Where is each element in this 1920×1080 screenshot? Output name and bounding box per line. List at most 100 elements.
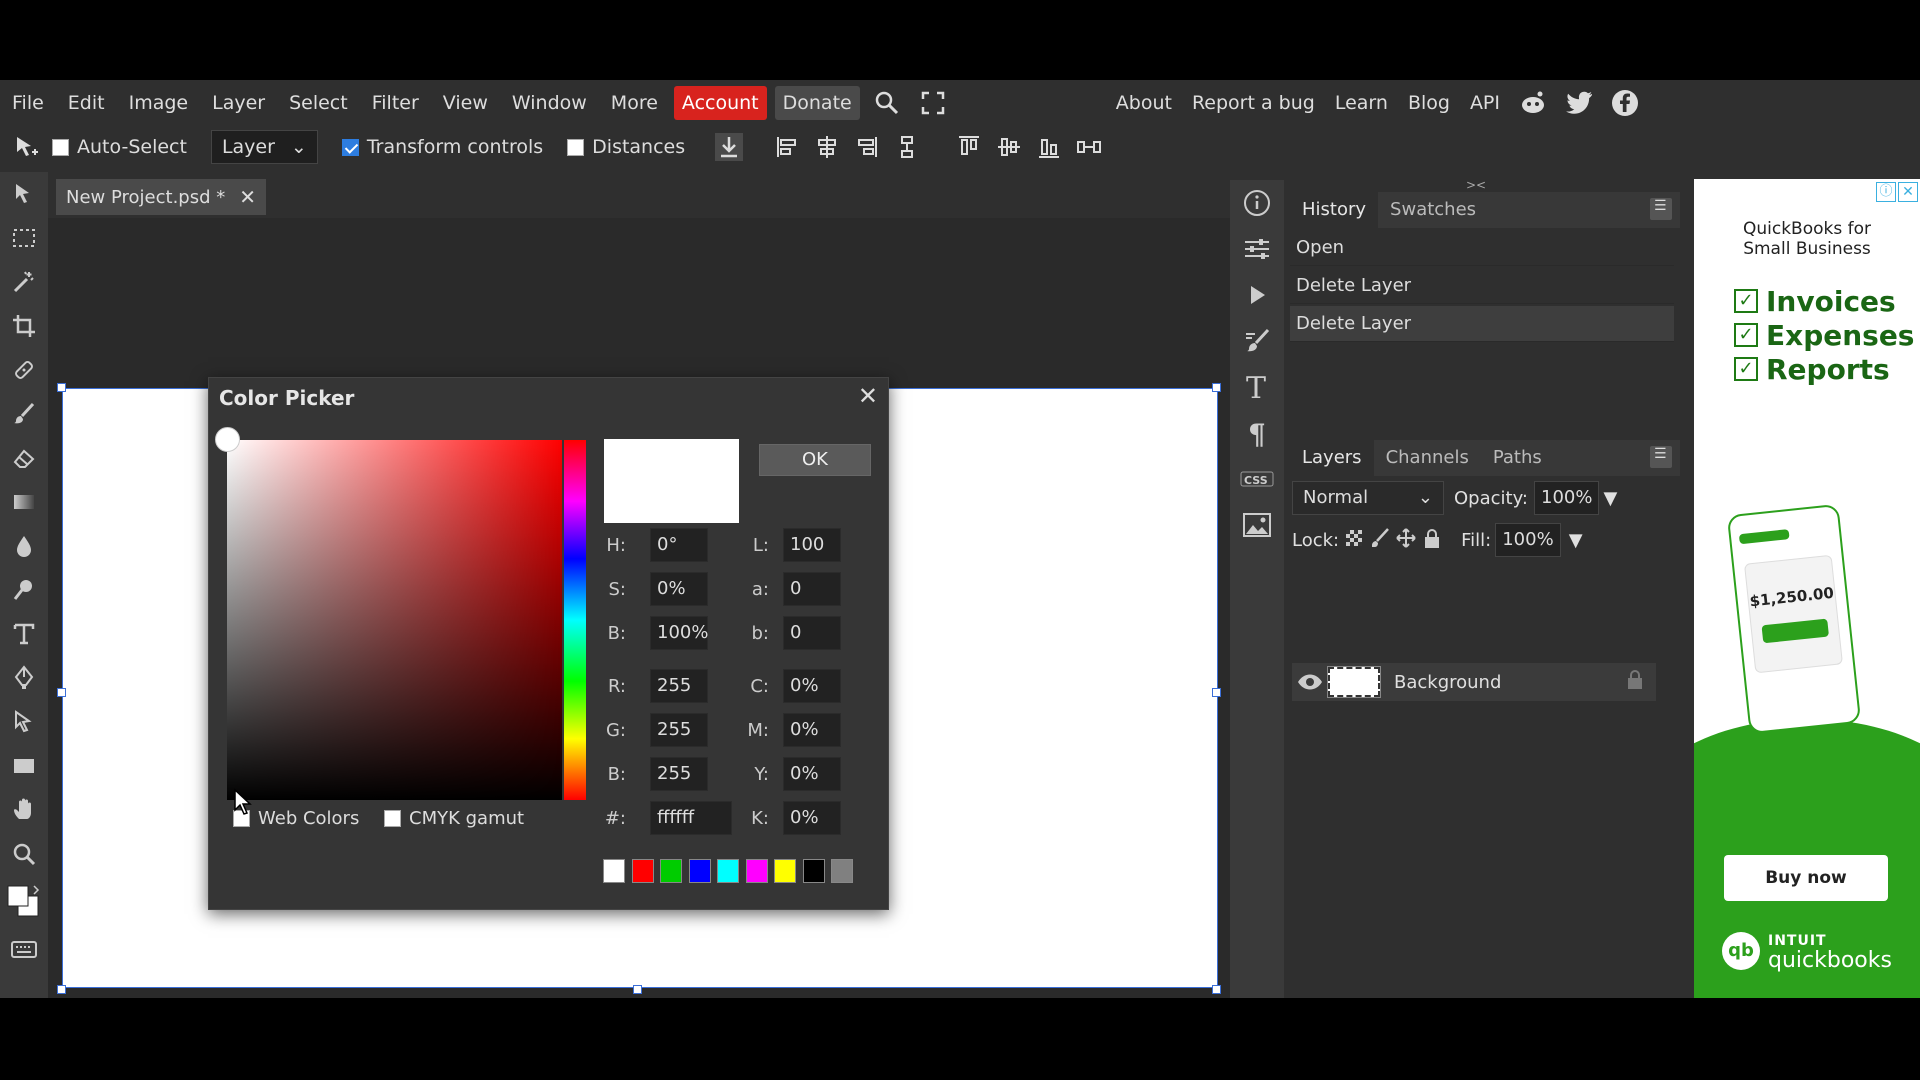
menu-select[interactable]: Select: [277, 86, 360, 120]
menu-edit[interactable]: Edit: [56, 86, 117, 120]
download-icon[interactable]: [715, 133, 744, 161]
layer-select[interactable]: Layer ⌄: [210, 130, 318, 164]
lock-position-icon[interactable]: [1395, 527, 1417, 554]
ad-close-icon[interactable]: ✕: [1898, 182, 1918, 202]
hue-field[interactable]: 0°: [650, 528, 708, 562]
close-icon[interactable]: ✕: [858, 382, 878, 410]
yellow-field[interactable]: 0%: [783, 757, 841, 791]
transform-handle[interactable]: [57, 383, 66, 392]
cmyk-gamut-option[interactable]: CMYK gamut: [384, 808, 524, 829]
paragraph-icon[interactable]: ¶: [1230, 410, 1284, 456]
advertisement-panel[interactable]: ⓘ ✕ QuickBooks for Small Business ✓ Invo…: [1694, 179, 1920, 998]
tab-paths[interactable]: Paths: [1481, 440, 1554, 476]
align-bottom-icon[interactable]: [1035, 133, 1063, 161]
eraser-tool-icon[interactable]: [0, 436, 48, 480]
css-icon[interactable]: CSS: [1230, 456, 1284, 502]
distribute-h-icon[interactable]: [1075, 133, 1103, 161]
reddit-icon[interactable]: [1518, 88, 1548, 118]
color-swatches-icon[interactable]: [0, 876, 48, 928]
brush-settings-icon[interactable]: [1230, 318, 1284, 364]
opacity-input[interactable]: 100%: [1534, 481, 1600, 515]
blur-tool-icon[interactable]: [0, 524, 48, 568]
menu-more[interactable]: More: [599, 86, 670, 120]
hue-slider[interactable]: [564, 440, 586, 800]
menu-view[interactable]: View: [431, 86, 500, 120]
quick-swatch[interactable]: [631, 859, 654, 883]
brightness-field[interactable]: 100%: [650, 616, 708, 650]
tab-swatches[interactable]: Swatches: [1378, 192, 1488, 228]
saturation-field[interactable]: 0%: [650, 572, 708, 606]
pen-tool-icon[interactable]: [0, 656, 48, 700]
transform-handle[interactable]: [57, 985, 66, 994]
menu-file[interactable]: File: [0, 86, 56, 120]
tab-history[interactable]: History: [1290, 192, 1379, 228]
character-icon[interactable]: T: [1230, 364, 1284, 410]
menu-blog[interactable]: Blog: [1398, 86, 1460, 120]
ad-info-icon[interactable]: ⓘ: [1876, 182, 1896, 202]
fill-dropdown-icon[interactable]: ▼: [1569, 530, 1583, 551]
move-tool-icon[interactable]: [0, 125, 52, 169]
collapse-arrows-icon[interactable]: ><: [1466, 178, 1486, 192]
align-center-h-icon[interactable]: [813, 133, 841, 161]
fill-input[interactable]: 100%: [1495, 523, 1561, 557]
quick-swatch[interactable]: [717, 859, 739, 883]
transform-handle[interactable]: [1212, 383, 1221, 392]
zoom-tool-icon[interactable]: [0, 832, 48, 876]
facebook-icon[interactable]: [1610, 88, 1640, 118]
blue-field[interactable]: 255: [650, 757, 708, 791]
dodge-tool-icon[interactable]: [0, 568, 48, 612]
magic-wand-icon[interactable]: [0, 260, 48, 304]
document-tab[interactable]: New Project.psd * ✕: [56, 179, 266, 215]
cyan-field[interactable]: 0%: [783, 669, 841, 703]
ok-button[interactable]: OK: [759, 444, 871, 476]
keyboard-icon[interactable]: [0, 928, 48, 972]
menu-image[interactable]: Image: [117, 86, 201, 120]
distribute-v-icon[interactable]: [893, 133, 921, 161]
info-icon[interactable]: [1230, 180, 1284, 226]
magenta-field[interactable]: 0%: [783, 713, 841, 747]
account-button[interactable]: Account: [673, 86, 767, 120]
transform-handle[interactable]: [57, 688, 66, 697]
color-selector-knob[interactable]: [215, 427, 240, 452]
history-item[interactable]: Delete Layer: [1290, 268, 1674, 304]
cmyk-gamut-checkbox[interactable]: [384, 810, 401, 827]
quick-swatch[interactable]: [802, 859, 825, 883]
buy-now-button[interactable]: Buy now: [1724, 855, 1888, 901]
crop-tool-icon[interactable]: [0, 304, 48, 348]
quick-swatch[interactable]: [774, 859, 796, 883]
black-field[interactable]: 0%: [783, 801, 841, 835]
close-tab-icon[interactable]: ✕: [239, 185, 256, 209]
tab-layers[interactable]: Layers: [1290, 440, 1374, 476]
red-field[interactable]: 255: [650, 669, 708, 703]
transform-controls-option[interactable]: Transform controls: [341, 136, 543, 158]
panel-menu-icon[interactable]: [1650, 198, 1672, 220]
distances-checkbox[interactable]: [567, 138, 585, 156]
opacity-dropdown-icon[interactable]: ▼: [1603, 488, 1617, 509]
donate-button[interactable]: Donate: [774, 86, 860, 120]
image-icon[interactable]: [1230, 502, 1284, 548]
a-channel-field[interactable]: 0: [783, 572, 841, 606]
hex-field[interactable]: ffffff: [650, 801, 732, 835]
transform-controls-checkbox[interactable]: [341, 138, 359, 156]
menu-learn[interactable]: Learn: [1325, 86, 1398, 120]
quick-swatch[interactable]: [603, 859, 625, 883]
gradient-tool-icon[interactable]: [0, 480, 48, 524]
marquee-tool-icon[interactable]: [0, 216, 48, 260]
green-field[interactable]: 255: [650, 713, 708, 747]
quick-swatch[interactable]: [831, 859, 853, 883]
blend-mode-select[interactable]: Normal ⌄: [1292, 481, 1444, 515]
auto-select-option[interactable]: Auto-Select: [52, 136, 187, 158]
history-item[interactable]: Delete Layer: [1290, 306, 1674, 342]
align-middle-v-icon[interactable]: [995, 133, 1023, 161]
transform-handle[interactable]: [1212, 985, 1221, 994]
lightness-field[interactable]: 100: [783, 528, 841, 562]
align-right-icon[interactable]: [853, 133, 881, 161]
twitter-icon[interactable]: [1564, 88, 1594, 118]
menu-api[interactable]: API: [1460, 86, 1510, 120]
lock-all-icon[interactable]: [1421, 527, 1443, 554]
move-tool-icon[interactable]: [0, 172, 48, 216]
actions-play-icon[interactable]: [1230, 272, 1284, 318]
rectangle-tool-icon[interactable]: [0, 744, 48, 788]
b-channel-field[interactable]: 0: [783, 616, 841, 650]
transform-handle[interactable]: [1212, 688, 1221, 697]
